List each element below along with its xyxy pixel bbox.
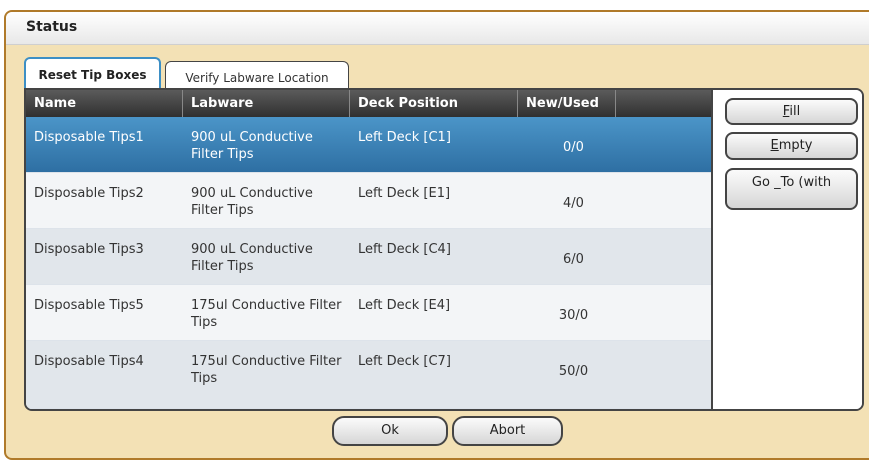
cell-new-used: 30/0: [558, 308, 589, 323]
table-row[interactable]: Disposable Tips3 900 uL Conductive Filter…: [26, 229, 711, 285]
empty-mnemonic: E: [770, 138, 779, 153]
cell-labware-line2: Tips: [191, 315, 218, 330]
cell-labware: 175ul Conductive Filter Tips: [191, 297, 351, 331]
cell-deck-position: Left Deck [C1]: [358, 130, 451, 145]
title-bar: Status: [6, 12, 869, 45]
cell-new-used: 0/0: [563, 140, 584, 155]
cell-name: Disposable Tips1: [34, 130, 144, 145]
cell-labware-line2: Filter Tips: [191, 203, 254, 218]
cell-labware-line1: 175ul Conductive Filter: [191, 354, 342, 369]
column-header-name[interactable]: Name: [26, 90, 183, 117]
table-row[interactable]: Disposable Tips2 900 uL Conductive Filter…: [26, 173, 711, 229]
cell-deck-position: Left Deck [C4]: [358, 242, 451, 257]
abort-button[interactable]: Abort: [452, 416, 563, 446]
cell-name: Disposable Tips2: [34, 186, 144, 201]
column-header-labware[interactable]: Labware: [183, 90, 350, 117]
action-button-panel: Fill Empty Go _To (with: [711, 90, 862, 409]
cell-labware-line1: 900 uL Conductive: [191, 186, 313, 201]
tip-box-table: Name Labware Deck Position New/Used Disp…: [26, 90, 711, 409]
fill-label: ill: [789, 104, 801, 119]
window-title: Status: [26, 19, 78, 35]
table-row[interactable]: Disposable Tips1 900 uL Conductive Filter…: [26, 117, 711, 173]
table-row[interactable]: Disposable Tips4 175ul Conductive Filter…: [26, 341, 711, 409]
cell-new-used: 6/0: [563, 252, 584, 267]
cell-new-used: 4/0: [563, 196, 584, 211]
column-header-empty: [616, 90, 711, 117]
cell-labware-line1: 900 uL Conductive: [191, 242, 313, 257]
column-header-deck-position[interactable]: Deck Position: [350, 90, 518, 117]
cell-labware-line2: Tips: [191, 371, 218, 386]
fill-button[interactable]: Fill: [725, 98, 858, 125]
cell-name: Disposable Tips5: [34, 298, 144, 313]
tab-reset-tip-boxes[interactable]: Reset Tip Boxes: [24, 57, 161, 91]
cell-new-used: 50/0: [558, 364, 589, 379]
ok-button[interactable]: Ok: [332, 416, 448, 446]
cell-labware-line1: 175ul Conductive Filter: [191, 298, 342, 313]
cell-deck-position: Left Deck [C7]: [358, 354, 451, 369]
empty-label: mpty: [778, 138, 813, 153]
cell-labware: 175ul Conductive Filter Tips: [191, 353, 351, 387]
cell-labware: 900 uL Conductive Filter Tips: [191, 129, 351, 163]
empty-button[interactable]: Empty: [725, 132, 858, 160]
cell-labware-line2: Filter Tips: [191, 259, 254, 274]
cell-deck-position: Left Deck [E4]: [358, 298, 451, 313]
table-header: Name Labware Deck Position New/Used: [26, 90, 711, 117]
cell-name: Disposable Tips4: [34, 354, 144, 369]
cell-labware: 900 uL Conductive Filter Tips: [191, 185, 351, 219]
status-window: Status Reset Tip Boxes Verify Labware Lo…: [4, 10, 869, 460]
table-row[interactable]: Disposable Tips5 175ul Conductive Filter…: [26, 285, 711, 341]
cell-labware: 900 uL Conductive Filter Tips: [191, 241, 351, 275]
cell-labware-line2: Filter Tips: [191, 147, 254, 162]
cell-deck-position: Left Deck [E1]: [358, 186, 451, 201]
cell-name: Disposable Tips3: [34, 242, 144, 257]
column-header-new-used[interactable]: New/Used: [518, 90, 616, 117]
tab-content-panel: Name Labware Deck Position New/Used Disp…: [24, 88, 864, 411]
go-to-button[interactable]: Go _To (with: [725, 168, 858, 210]
cell-labware-line1: 900 uL Conductive: [191, 130, 313, 145]
